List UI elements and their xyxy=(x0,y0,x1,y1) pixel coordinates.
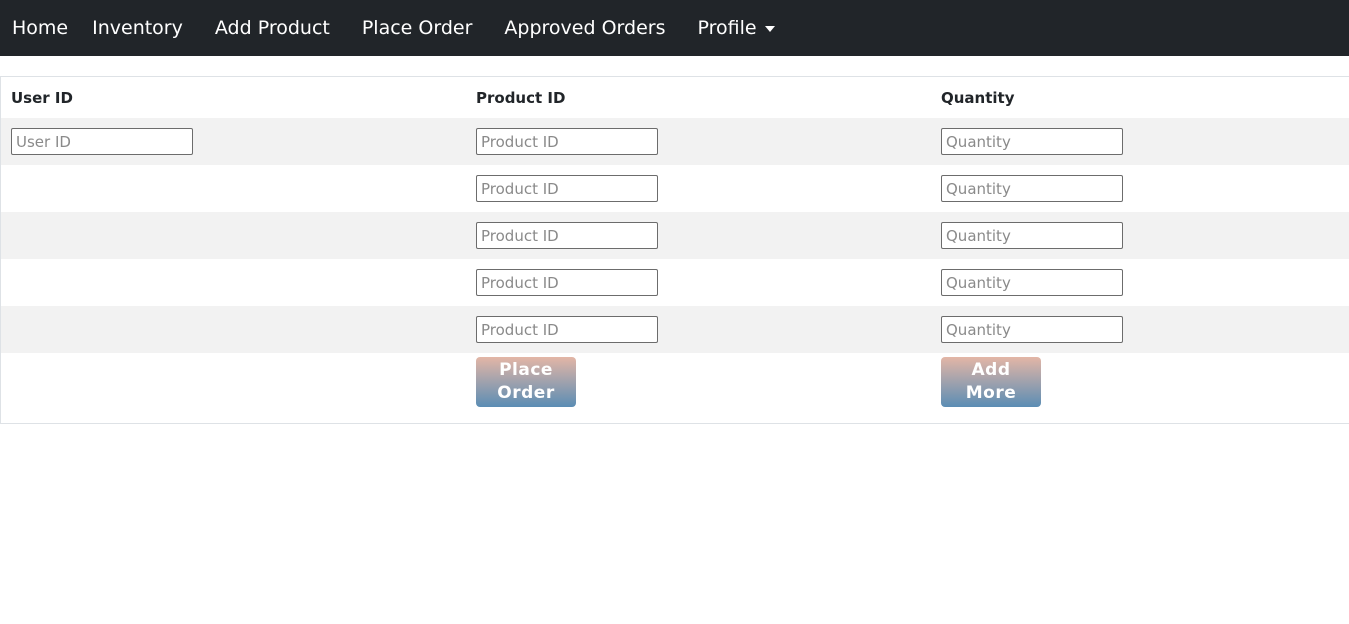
table-row xyxy=(1,165,1349,212)
add-more-label-line2: More xyxy=(965,383,1017,403)
nav-place-order-link[interactable]: Place Order xyxy=(362,17,473,39)
place-order-button[interactable]: Place Order xyxy=(476,357,576,407)
chevron-down-icon xyxy=(764,26,775,32)
quantity-input[interactable] xyxy=(941,222,1123,249)
product-id-input[interactable] xyxy=(476,269,658,296)
nav-profile-dropdown[interactable]: Profile xyxy=(697,17,775,39)
order-form: User ID Product ID Quantity User ID Prod… xyxy=(0,76,1349,424)
profile-label: Profile xyxy=(697,17,757,39)
nav-add-product-link[interactable]: Add Product xyxy=(215,17,330,39)
quantity-input[interactable] xyxy=(941,269,1123,296)
quantity-input[interactable] xyxy=(941,316,1123,343)
nav-approved-orders-link[interactable]: Approved Orders xyxy=(504,17,665,39)
header-product-id: Product ID xyxy=(476,88,566,107)
nav-home-link[interactable]: Home xyxy=(12,17,68,39)
product-id-input[interactable] xyxy=(476,222,658,249)
order-table: User ID Product ID Quantity User ID Prod… xyxy=(1,77,1349,423)
table-row xyxy=(1,118,1349,165)
quantity-input[interactable] xyxy=(941,175,1123,202)
top-navbar: Home Inventory Add Product Place Order A… xyxy=(0,0,1349,56)
header-user-id: User ID xyxy=(11,88,73,107)
table-row xyxy=(1,306,1349,353)
quantity-input[interactable] xyxy=(941,128,1123,155)
table-row xyxy=(1,212,1349,259)
place-order-label-line1: Place xyxy=(499,360,553,380)
add-more-label-line1: Add xyxy=(971,360,1011,380)
product-id-input[interactable] xyxy=(476,175,658,202)
product-id-input[interactable] xyxy=(476,316,658,343)
actions-row: Place Order Add More xyxy=(1,353,1349,423)
table-header-row: User ID Product ID Quantity xyxy=(1,77,1349,118)
table-row xyxy=(1,259,1349,306)
header-quantity: Quantity xyxy=(941,88,1015,107)
product-id-input[interactable] xyxy=(476,128,658,155)
add-more-button[interactable]: Add More xyxy=(941,357,1041,407)
user-id-input[interactable] xyxy=(11,128,193,155)
nav-inventory-link[interactable]: Inventory xyxy=(92,17,183,39)
place-order-label-line2: Order xyxy=(497,383,555,403)
